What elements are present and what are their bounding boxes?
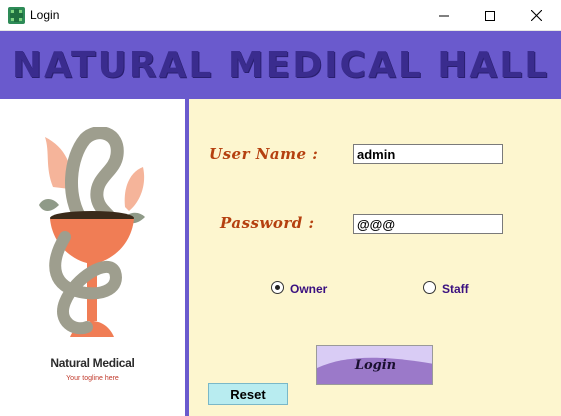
maximize-button[interactable]: [467, 0, 513, 31]
login-button-label: Login: [354, 358, 397, 373]
username-input[interactable]: [353, 144, 503, 164]
window-titlebar: Login: [0, 0, 561, 31]
logo-panel: Natural Medical Your togline here: [0, 99, 185, 416]
login-button[interactable]: Login: [316, 345, 433, 385]
header-banner: NATURAL MEDICAL HALL: [0, 31, 561, 99]
banner-title: NATURAL MEDICAL HALL: [11, 44, 550, 86]
close-button[interactable]: [513, 0, 559, 31]
app-icon: [8, 7, 25, 24]
close-icon: [530, 10, 542, 21]
staff-radio-label[interactable]: Staff: [442, 282, 469, 296]
username-label: User Name :: [209, 145, 319, 163]
snake-bowl-icon: [39, 127, 145, 337]
owner-radio[interactable]: [271, 281, 284, 294]
owner-radio-label[interactable]: Owner: [290, 282, 327, 296]
staff-radio[interactable]: [423, 281, 436, 294]
password-input[interactable]: [353, 214, 503, 234]
maximize-icon: [485, 10, 495, 21]
password-label: Password :: [220, 214, 315, 232]
minimize-button[interactable]: [421, 0, 467, 31]
reset-button[interactable]: Reset: [208, 383, 288, 405]
logo-name: Natural Medical: [50, 356, 135, 370]
logo-tagline: Your togline here: [66, 375, 119, 382]
minimize-icon: [439, 15, 449, 16]
window-title: Login: [30, 8, 60, 22]
